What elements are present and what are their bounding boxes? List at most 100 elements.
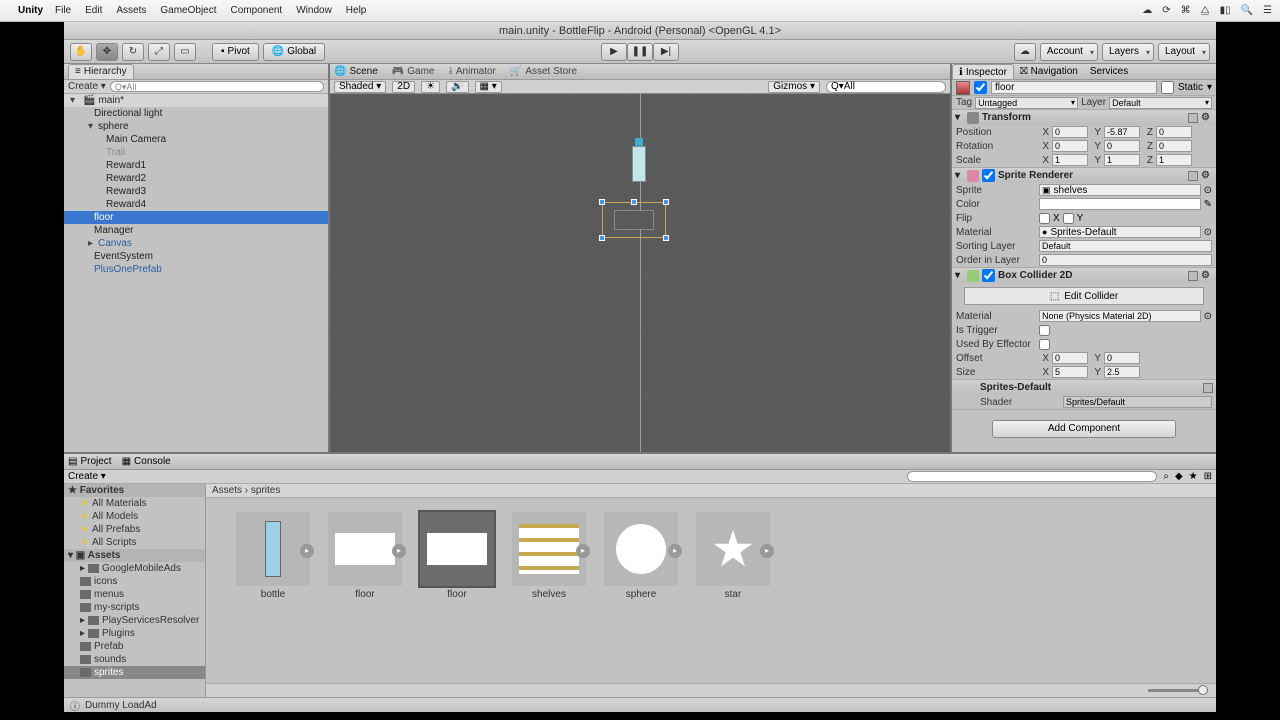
step-button[interactable]: ▶| bbox=[653, 43, 679, 61]
asset-thumb[interactable]: ▸sphere bbox=[604, 512, 678, 600]
spotlight-icon[interactable]: 🔍 bbox=[1241, 5, 1253, 16]
menu-file[interactable]: File bbox=[55, 5, 71, 16]
fx-toggle[interactable]: ▦ ▾ bbox=[475, 81, 502, 93]
light-toggle[interactable]: ☀ bbox=[421, 81, 440, 93]
project-create[interactable]: Create ▾ bbox=[68, 471, 106, 482]
flip-y[interactable] bbox=[1063, 213, 1074, 224]
rot-z[interactable] bbox=[1156, 140, 1192, 152]
list-item[interactable]: icons bbox=[64, 575, 205, 588]
move-tool-icon[interactable]: ✥ bbox=[96, 43, 118, 61]
list-item[interactable]: ★All Prefabs bbox=[64, 523, 205, 536]
add-component-button[interactable]: Add Component bbox=[992, 420, 1176, 438]
tab-project[interactable]: ▤Project bbox=[68, 456, 112, 467]
sprite-field[interactable]: ▣ shelves bbox=[1039, 184, 1201, 196]
picker-icon[interactable]: ⊙ bbox=[1204, 185, 1212, 196]
battery-icon[interactable]: ▮▯ bbox=[1220, 5, 1231, 16]
color-field[interactable] bbox=[1039, 198, 1201, 210]
cloud-icon[interactable]: ☁ bbox=[1142, 5, 1152, 16]
list-item[interactable]: ★All Scripts bbox=[64, 536, 205, 549]
menu-help[interactable]: Help bbox=[346, 5, 367, 16]
scale-tool-icon[interactable]: ⤢ bbox=[148, 43, 170, 61]
tree-item-selected[interactable]: floor bbox=[64, 211, 328, 224]
menu-component[interactable]: Component bbox=[231, 5, 283, 16]
offset-y[interactable] bbox=[1104, 352, 1140, 364]
tab-game[interactable]: 🎮Game bbox=[392, 66, 435, 77]
layout-dropdown[interactable]: Layout bbox=[1158, 43, 1210, 61]
trigger-checkbox[interactable] bbox=[1039, 325, 1050, 336]
list-item-selected[interactable]: sprites bbox=[64, 666, 205, 679]
hand-tool-icon[interactable]: ✋ bbox=[70, 43, 92, 61]
hierarchy-tab[interactable]: ≡Hierarchy bbox=[68, 64, 134, 79]
scale-x[interactable] bbox=[1052, 154, 1088, 166]
tree-item[interactable]: PlusOnePrefab bbox=[64, 263, 328, 276]
breadcrumb[interactable]: Assets › sprites bbox=[206, 484, 1216, 498]
cloud-button[interactable]: ☁ bbox=[1014, 43, 1036, 61]
rect-tool-icon[interactable]: ▭ bbox=[174, 43, 196, 61]
2d-toggle[interactable]: 2D bbox=[392, 81, 415, 93]
hierarchy-create[interactable]: Create ▾ bbox=[68, 81, 106, 92]
tree-item[interactable]: ▾sphere bbox=[64, 120, 328, 133]
list-item[interactable]: ▸Plugins bbox=[64, 627, 205, 640]
apple-logo-icon[interactable]: ⌘ bbox=[1181, 5, 1191, 16]
scene-search[interactable]: Q▾All bbox=[826, 81, 946, 93]
rot-x[interactable] bbox=[1052, 140, 1088, 152]
play-button[interactable]: ▶ bbox=[601, 43, 627, 61]
size-y[interactable] bbox=[1104, 366, 1140, 378]
list-item[interactable]: ▸PlayServicesResolver bbox=[64, 614, 205, 627]
asset-thumb-selected[interactable]: floor bbox=[420, 512, 494, 600]
collider-enabled[interactable] bbox=[982, 269, 995, 282]
pos-z[interactable] bbox=[1156, 126, 1192, 138]
pause-button[interactable]: ❚❚ bbox=[627, 43, 653, 61]
list-item[interactable]: Prefab bbox=[64, 640, 205, 653]
notification-icon[interactable]: ☰ bbox=[1263, 5, 1272, 16]
sortlayer-dropdown[interactable]: Default bbox=[1039, 240, 1212, 252]
help-icon[interactable] bbox=[1203, 383, 1213, 393]
scene-row[interactable]: ▾🎬 main* bbox=[64, 94, 328, 107]
object-name-field[interactable] bbox=[991, 81, 1157, 94]
project-search[interactable] bbox=[907, 471, 1157, 482]
app-name[interactable]: Unity bbox=[18, 5, 43, 16]
active-checkbox[interactable] bbox=[974, 81, 987, 94]
gear-icon[interactable] bbox=[1201, 112, 1213, 123]
gear-icon[interactable] bbox=[1201, 270, 1213, 281]
pos-x[interactable] bbox=[1052, 126, 1088, 138]
static-checkbox[interactable] bbox=[1161, 81, 1174, 94]
scale-y[interactable] bbox=[1104, 154, 1140, 166]
eyedropper-icon[interactable]: ✎ bbox=[1204, 199, 1212, 210]
list-item[interactable]: ▸GoogleMobileAds bbox=[64, 562, 205, 575]
order-field[interactable] bbox=[1039, 254, 1212, 266]
tree-item[interactable]: EventSystem bbox=[64, 250, 328, 263]
asset-thumb[interactable]: ▸shelves bbox=[512, 512, 586, 600]
scene-viewport[interactable] bbox=[330, 94, 950, 452]
menu-window[interactable]: Window bbox=[296, 5, 332, 16]
help-icon[interactable] bbox=[1188, 271, 1198, 281]
tab-animator[interactable]: ⫰Animator bbox=[449, 66, 496, 77]
gizmos-dropdown[interactable]: Gizmos ▾ bbox=[768, 81, 820, 93]
tree-item[interactable]: Directional light bbox=[64, 107, 328, 120]
pos-y[interactable] bbox=[1104, 126, 1140, 138]
list-item[interactable]: menus bbox=[64, 588, 205, 601]
tree-item[interactable]: Main Camera bbox=[64, 133, 328, 146]
tab-navigation[interactable]: ⛝Navigation bbox=[1014, 66, 1084, 77]
offset-x[interactable] bbox=[1052, 352, 1088, 364]
selected-object[interactable] bbox=[602, 202, 666, 238]
gear-icon[interactable] bbox=[1201, 170, 1213, 181]
effector-checkbox[interactable] bbox=[1039, 339, 1050, 350]
tree-item[interactable]: Reward3 bbox=[64, 185, 328, 198]
menu-assets[interactable]: Assets bbox=[116, 5, 146, 16]
asset-thumb[interactable]: ★▸star bbox=[696, 512, 770, 600]
tree-item[interactable]: Reward4 bbox=[64, 198, 328, 211]
tree-item[interactable]: Manager bbox=[64, 224, 328, 237]
tab-inspector[interactable]: ℹInspector bbox=[952, 64, 1014, 79]
tree-item[interactable]: Trail bbox=[64, 146, 328, 159]
asset-thumb[interactable]: ▸floor bbox=[328, 512, 402, 600]
rotate-tool-icon[interactable]: ↻ bbox=[122, 43, 144, 61]
layer-dropdown[interactable]: Default bbox=[1109, 97, 1212, 109]
wifi-icon[interactable]: ⧋ bbox=[1201, 5, 1210, 16]
filter-type-icon[interactable]: ◆ bbox=[1175, 471, 1183, 482]
rot-y[interactable] bbox=[1104, 140, 1140, 152]
help-icon[interactable] bbox=[1188, 113, 1198, 123]
tree-item[interactable]: Reward1 bbox=[64, 159, 328, 172]
help-icon[interactable] bbox=[1188, 171, 1198, 181]
filter-icon[interactable]: ⌕ bbox=[1163, 471, 1169, 482]
